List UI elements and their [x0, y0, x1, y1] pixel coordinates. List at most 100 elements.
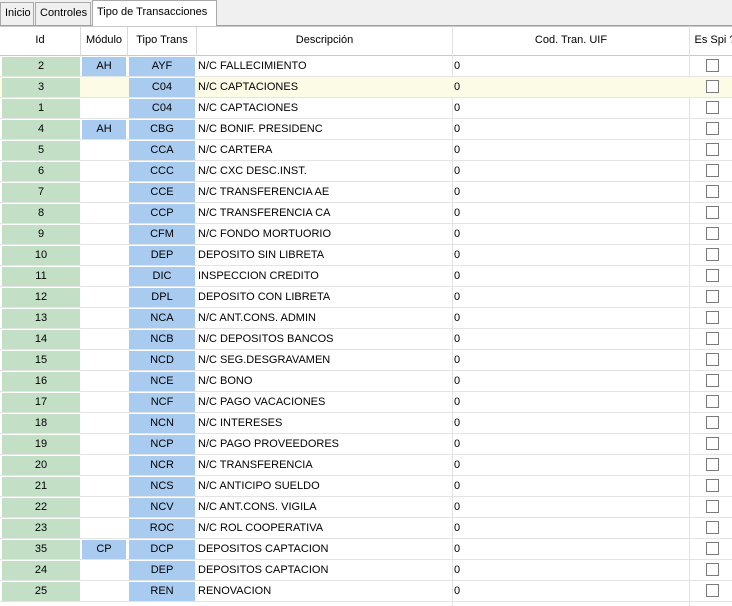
cell-modulo[interactable]: [82, 582, 126, 601]
cell-modulo[interactable]: [82, 351, 126, 370]
es-spi-checkbox[interactable]: [706, 185, 719, 198]
cell-cod-tran-uif[interactable]: 0: [454, 267, 689, 286]
cell-cod-tran-uif[interactable]: 0: [454, 414, 689, 433]
cell-cod-tran-uif[interactable]: 0: [454, 393, 689, 412]
cell-id[interactable]: 6: [2, 162, 80, 181]
table-row[interactable]: 16 NCE N/C BONO 0: [0, 371, 732, 392]
cell-id[interactable]: 13: [2, 309, 80, 328]
column-header-tipo-trans[interactable]: Tipo Trans: [128, 27, 197, 56]
cell-cod-tran-uif[interactable]: 0: [454, 582, 689, 601]
cell-id[interactable]: 2: [2, 57, 80, 76]
cell-descripcion[interactable]: N/C ROL COOPERATIVA: [197, 519, 452, 538]
es-spi-checkbox[interactable]: [706, 521, 719, 534]
column-header-modulo[interactable]: Módulo: [81, 27, 128, 56]
cell-tipo-trans[interactable]: CCE: [129, 183, 195, 202]
table-row[interactable]: 24 DEP DEPOSITOS CAPTACION 0: [0, 560, 732, 581]
cell-descripcion[interactable]: N/C CXC DESC.INST.: [197, 162, 452, 181]
cell-descripcion[interactable]: N/C PAGO VACACIONES: [197, 393, 452, 412]
cell-descripcion[interactable]: N/C BONIF. PRESIDENC: [197, 120, 452, 139]
cell-tipo-trans[interactable]: DCP: [129, 540, 195, 559]
table-row[interactable]: 9 CFM N/C FONDO MORTUORIO 0: [0, 224, 732, 245]
cell-cod-tran-uif[interactable]: 0: [454, 498, 689, 517]
es-spi-checkbox[interactable]: [706, 143, 719, 156]
es-spi-checkbox[interactable]: [706, 122, 719, 135]
cell-modulo[interactable]: [82, 435, 126, 454]
cell-cod-tran-uif[interactable]: 0: [454, 99, 689, 118]
cell-modulo[interactable]: AH: [82, 120, 126, 139]
es-spi-checkbox[interactable]: [706, 227, 719, 240]
es-spi-checkbox[interactable]: [706, 269, 719, 282]
cell-descripcion[interactable]: N/C TRANSFERENCIA CA: [197, 204, 452, 223]
cell-descripcion[interactable]: DEPOSITO SIN LIBRETA: [197, 246, 452, 265]
table-row[interactable]: 22 NCV N/C ANT.CONS. VIGILA 0: [0, 497, 732, 518]
table-row[interactable]: 14 NCB N/C DEPOSITOS BANCOS 0: [0, 329, 732, 350]
cell-cod-tran-uif[interactable]: 0: [454, 225, 689, 244]
table-row[interactable]: 35 CP DCP DEPOSITOS CAPTACION 0: [0, 539, 732, 560]
cell-cod-tran-uif[interactable]: 0: [454, 57, 689, 76]
cell-id[interactable]: 17: [2, 393, 80, 412]
table-row[interactable]: 1 C04 N/C CAPTACIONES 0: [0, 98, 732, 119]
cell-cod-tran-uif[interactable]: 0: [454, 477, 689, 496]
es-spi-checkbox[interactable]: [706, 542, 719, 555]
cell-descripcion[interactable]: DEPOSITOS CAPTACION: [197, 561, 452, 580]
cell-id[interactable]: 8: [2, 204, 80, 223]
tab-controles[interactable]: Controles: [35, 2, 91, 25]
cell-tipo-trans[interactable]: NCR: [129, 456, 195, 475]
cell-id[interactable]: 25: [2, 582, 80, 601]
cell-cod-tran-uif[interactable]: 0: [454, 519, 689, 538]
table-row[interactable]: 12 DPL DEPOSITO CON LIBRETA 0: [0, 287, 732, 308]
es-spi-checkbox[interactable]: [706, 353, 719, 366]
table-row[interactable]: 20 NCR N/C TRANSFERENCIA 0: [0, 455, 732, 476]
es-spi-checkbox[interactable]: [706, 206, 719, 219]
cell-tipo-trans[interactable]: C04: [129, 78, 195, 97]
es-spi-checkbox[interactable]: [706, 332, 719, 345]
cell-id[interactable]: 18: [2, 414, 80, 433]
cell-modulo[interactable]: [82, 99, 126, 118]
cell-descripcion[interactable]: N/C ANT.CONS. VIGILA: [197, 498, 452, 517]
cell-descripcion[interactable]: N/C CAPTACIONES: [197, 99, 452, 118]
cell-cod-tran-uif[interactable]: 0: [454, 456, 689, 475]
cell-id[interactable]: 7: [2, 183, 80, 202]
cell-cod-tran-uif[interactable]: 0: [454, 351, 689, 370]
cell-modulo[interactable]: AH: [82, 57, 126, 76]
cell-tipo-trans[interactable]: NCD: [129, 351, 195, 370]
cell-tipo-trans[interactable]: NCV: [129, 498, 195, 517]
cell-modulo[interactable]: [82, 498, 126, 517]
cell-modulo[interactable]: [82, 561, 126, 580]
cell-descripcion[interactable]: N/C FONDO MORTUORIO: [197, 225, 452, 244]
cell-tipo-trans[interactable]: CCC: [129, 162, 195, 181]
cell-cod-tran-uif[interactable]: 0: [454, 288, 689, 307]
cell-descripcion[interactable]: RENOVACION: [197, 582, 452, 601]
cell-tipo-trans[interactable]: REN: [129, 582, 195, 601]
es-spi-checkbox[interactable]: [706, 164, 719, 177]
es-spi-checkbox[interactable]: [706, 311, 719, 324]
es-spi-checkbox[interactable]: [706, 584, 719, 597]
cell-modulo[interactable]: [82, 288, 126, 307]
cell-modulo[interactable]: [82, 162, 126, 181]
cell-id[interactable]: 9: [2, 225, 80, 244]
cell-tipo-trans[interactable]: NCS: [129, 477, 195, 496]
cell-tipo-trans[interactable]: NCF: [129, 393, 195, 412]
cell-cod-tran-uif[interactable]: 0: [454, 561, 689, 580]
cell-modulo[interactable]: [82, 246, 126, 265]
column-header-cod-tran-uif[interactable]: Cod. Tran. UIF: [453, 27, 690, 56]
cell-id[interactable]: 35: [2, 540, 80, 559]
cell-cod-tran-uif[interactable]: 0: [454, 540, 689, 559]
cell-id[interactable]: 11: [2, 267, 80, 286]
cell-modulo[interactable]: [82, 204, 126, 223]
table-row[interactable]: 23 ROC N/C ROL COOPERATIVA 0: [0, 518, 732, 539]
es-spi-checkbox[interactable]: [706, 500, 719, 513]
cell-cod-tran-uif[interactable]: 0: [454, 120, 689, 139]
cell-tipo-trans[interactable]: DEP: [129, 561, 195, 580]
es-spi-checkbox[interactable]: [706, 416, 719, 429]
cell-tipo-trans[interactable]: ROC: [129, 519, 195, 538]
cell-modulo[interactable]: [82, 267, 126, 286]
cell-cod-tran-uif[interactable]: 0: [454, 372, 689, 391]
cell-cod-tran-uif[interactable]: 0: [454, 435, 689, 454]
cell-tipo-trans[interactable]: NCA: [129, 309, 195, 328]
cell-tipo-trans[interactable]: C04: [129, 99, 195, 118]
cell-id[interactable]: 16: [2, 372, 80, 391]
table-row[interactable]: 4 AH CBG N/C BONIF. PRESIDENC 0: [0, 119, 732, 140]
es-spi-checkbox[interactable]: [706, 437, 719, 450]
cell-modulo[interactable]: CP: [82, 540, 126, 559]
